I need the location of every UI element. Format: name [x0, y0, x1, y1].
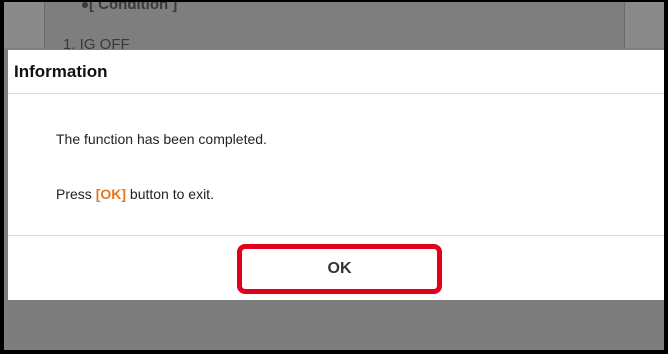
- dialog-footer: OK: [8, 236, 664, 300]
- exit-instruction: Press [OK] button to exit.: [56, 186, 214, 202]
- background-panel-right: [624, 2, 664, 48]
- completion-message: The function has been completed.: [56, 131, 267, 147]
- bullet-icon: [82, 2, 88, 9]
- dimmed-bottom-bar: [8, 300, 664, 350]
- ok-button[interactable]: OK: [237, 244, 442, 294]
- exit-instruction-suffix: button to exit.: [126, 186, 214, 202]
- background-section-heading: [ Condition ]: [82, 0, 178, 13]
- ok-reference-highlight: [OK]: [95, 186, 127, 202]
- screen-frame: [ Condition ] 1. IG OFF Information The …: [0, 0, 668, 354]
- dialog-body: The function has been completed. Press […: [8, 95, 664, 236]
- information-dialog: Information The function has been comple…: [8, 50, 664, 300]
- dialog-title: Information: [14, 61, 108, 81]
- exit-instruction-prefix: Press: [56, 186, 96, 202]
- background-panel-left: [4, 2, 45, 48]
- ok-button-label: OK: [327, 260, 352, 277]
- background-section-heading-text: [ Condition ]: [89, 0, 178, 13]
- dialog-header: Information: [8, 50, 664, 94]
